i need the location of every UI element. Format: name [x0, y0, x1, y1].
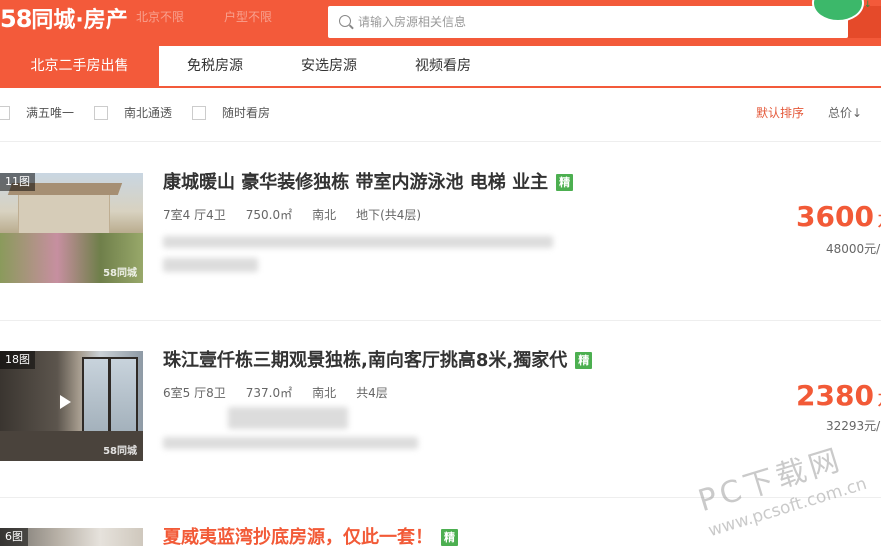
photo-count-badge: 6图 — [0, 528, 28, 546]
listing-title-text: 珠江壹仟栋三期观景独栋,南向客厅挑高8米,獨家代 — [163, 350, 568, 371]
spec-floor: 共4层 — [356, 386, 388, 400]
search-icon — [339, 15, 351, 27]
tab-beijing-resale[interactable]: 北京二手房出售 — [0, 46, 159, 86]
spec-area: 737.0㎡ — [245, 386, 293, 400]
search-input[interactable] — [358, 12, 828, 32]
spec-area: 750.0㎡ — [245, 208, 293, 222]
logo-text: 同城·房产 — [31, 8, 128, 33]
down-arrow-icon: ↓ — [864, 0, 872, 10]
filter-bar: 满五唯一 南北通透 随时看房 默认排序 总价↓ — [0, 88, 881, 142]
listing-item[interactable]: 11图 58同城 康城暖山 豪华装修独栋 带室内游泳池 电梯 业主精 7室4 厅… — [0, 142, 881, 320]
spec-floor: 地下(共4层) — [356, 208, 422, 222]
unit-price: 48000元/㎡ — [826, 242, 881, 256]
listing-photo[interactable]: 18图 58同城 — [0, 351, 143, 461]
unit-price: 32293元/㎡ — [826, 419, 881, 433]
layout-filter-link[interactable]: 户型不限 — [224, 8, 272, 25]
logo-number: 58 — [0, 5, 32, 33]
checkbox-suishi[interactable] — [192, 106, 206, 120]
photo-count-badge: 18图 — [0, 351, 35, 369]
price-value: 3600 — [796, 200, 874, 233]
price-value: 2380 — [796, 379, 874, 412]
blurred-tags — [228, 407, 348, 429]
checkbox-label: 南北通透 — [124, 106, 173, 120]
featured-badge: 精 — [556, 174, 574, 191]
featured-badge: 精 — [441, 529, 458, 546]
site-logo[interactable]: 58同城·房产 — [0, 4, 128, 34]
listing-title-text: 康城暖山 豪华装修独栋 带室内游泳池 电梯 业主 — [163, 172, 549, 193]
listing-photo[interactable]: 11图 58同城 — [0, 173, 143, 283]
featured-badge: 精 — [575, 352, 593, 369]
spec-orientation: 南北 — [312, 208, 337, 222]
play-icon[interactable] — [60, 395, 71, 409]
search-box — [328, 6, 848, 38]
villa-shape — [18, 191, 110, 239]
category-tabs: 北京二手房出售 免税房源 安选房源 视频看房 — [0, 46, 881, 88]
checkbox-manwu[interactable] — [0, 106, 10, 120]
city-filter-link[interactable]: 北京不限 — [136, 8, 184, 25]
listing-title-text: 夏威夷蓝湾抄底房源，仅此一套！ — [163, 527, 433, 546]
listing-title[interactable]: 夏威夷蓝湾抄底房源，仅此一套！ 精 — [163, 526, 458, 546]
listing-specs: 6室5 厅8卫 737.0㎡ 南北 共4层 — [163, 386, 408, 400]
tab-safe-select[interactable]: 安选房源 — [284, 46, 374, 86]
checkbox-nanbei[interactable] — [94, 106, 108, 120]
total-price: 2380万 — [796, 381, 881, 416]
sort-price-link[interactable]: 总价↓ — [828, 106, 862, 120]
top-header: 58同城·房产 北京不限 户型不限 ↓ — [0, 0, 881, 46]
blurred-agent — [163, 258, 258, 272]
spec-layout: 7室4 厅4卫 — [163, 208, 226, 222]
spec-orientation: 南北 — [312, 386, 337, 400]
blurred-address — [163, 236, 553, 248]
listing-title[interactable]: 康城暖山 豪华装修独栋 带室内游泳池 电梯 业主精 — [163, 171, 574, 195]
sort-default-link[interactable]: 默认排序 — [756, 106, 804, 120]
tab-tax-free[interactable]: 免税房源 — [170, 46, 260, 86]
listing-photo[interactable]: 6图 — [0, 528, 143, 546]
listing-title[interactable]: 珠江壹仟栋三期观景独栋,南向客厅挑高8米,獨家代精 — [163, 349, 593, 373]
tab-video-viewing[interactable]: 视频看房 — [398, 46, 488, 86]
total-price: 3600万 — [796, 202, 881, 237]
checkbox-label: 随时看房 — [222, 106, 271, 120]
checkbox-label: 满五唯一 — [26, 106, 75, 120]
spec-layout: 6室5 厅8卫 — [163, 386, 226, 400]
blurred-address — [163, 437, 418, 449]
photo-watermark: 58同城 — [103, 268, 137, 279]
listing-specs: 7室4 厅4卫 750.0㎡ 南北 地下(共4层) — [163, 208, 441, 222]
photo-watermark: 58同城 — [103, 446, 137, 457]
photo-count-badge: 11图 — [0, 173, 35, 191]
